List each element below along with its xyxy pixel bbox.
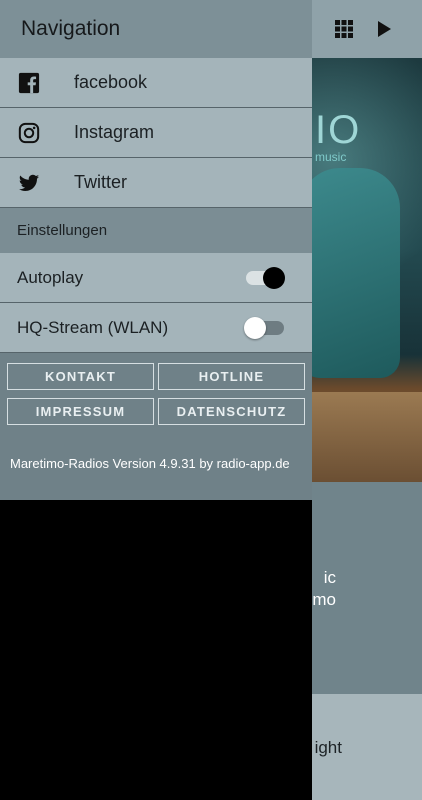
hotline-button[interactable]: HOTLINE xyxy=(158,363,305,390)
grid-icon[interactable] xyxy=(332,17,356,41)
drawer-header: Navigation xyxy=(0,0,312,58)
facebook-icon xyxy=(0,72,74,94)
autoplay-toggle[interactable] xyxy=(246,266,285,289)
settings-section-header: Einstellungen xyxy=(0,208,312,253)
hero-logo-sub: music xyxy=(315,150,347,164)
social-link-twitter[interactable]: Twitter xyxy=(0,158,312,208)
social-label: Twitter xyxy=(74,172,128,192)
hq-stream-toggle[interactable] xyxy=(244,316,284,339)
impressum-button[interactable]: IMPRESSUM xyxy=(7,398,154,425)
social-link-facebook[interactable]: facebook xyxy=(0,58,312,108)
social-label: facebook xyxy=(74,72,148,92)
setting-label: HQ-Stream (WLAN) xyxy=(17,317,169,337)
instagram-icon xyxy=(0,122,74,144)
setting-hq-stream[interactable]: HQ-Stream (WLAN) xyxy=(0,303,312,353)
chair-image xyxy=(300,168,400,378)
setting-autoplay[interactable]: Autoplay xyxy=(0,253,312,303)
datenschutz-button[interactable]: DATENSCHUTZ xyxy=(158,398,305,425)
navigation-drawer: Navigation facebook Instagram Twitter Ei… xyxy=(0,0,312,800)
setting-label: Autoplay xyxy=(17,267,84,287)
twitter-icon xyxy=(0,172,74,194)
drawer-title: Navigation xyxy=(21,17,121,40)
kontakt-button[interactable]: KONTAKT xyxy=(7,363,154,390)
drawer-footer: KONTAKT HOTLINE IMPRESSUM DATENSCHUTZ Ma… xyxy=(0,353,312,500)
social-link-instagram[interactable]: Instagram xyxy=(0,108,312,158)
settings-title: Einstellungen xyxy=(17,222,108,239)
version-text: Maretimo-Radios Version 4.9.31 by radio-… xyxy=(10,456,290,471)
play-icon[interactable] xyxy=(372,17,396,41)
social-label: Instagram xyxy=(74,122,155,142)
hero-logo: IO xyxy=(315,108,362,152)
